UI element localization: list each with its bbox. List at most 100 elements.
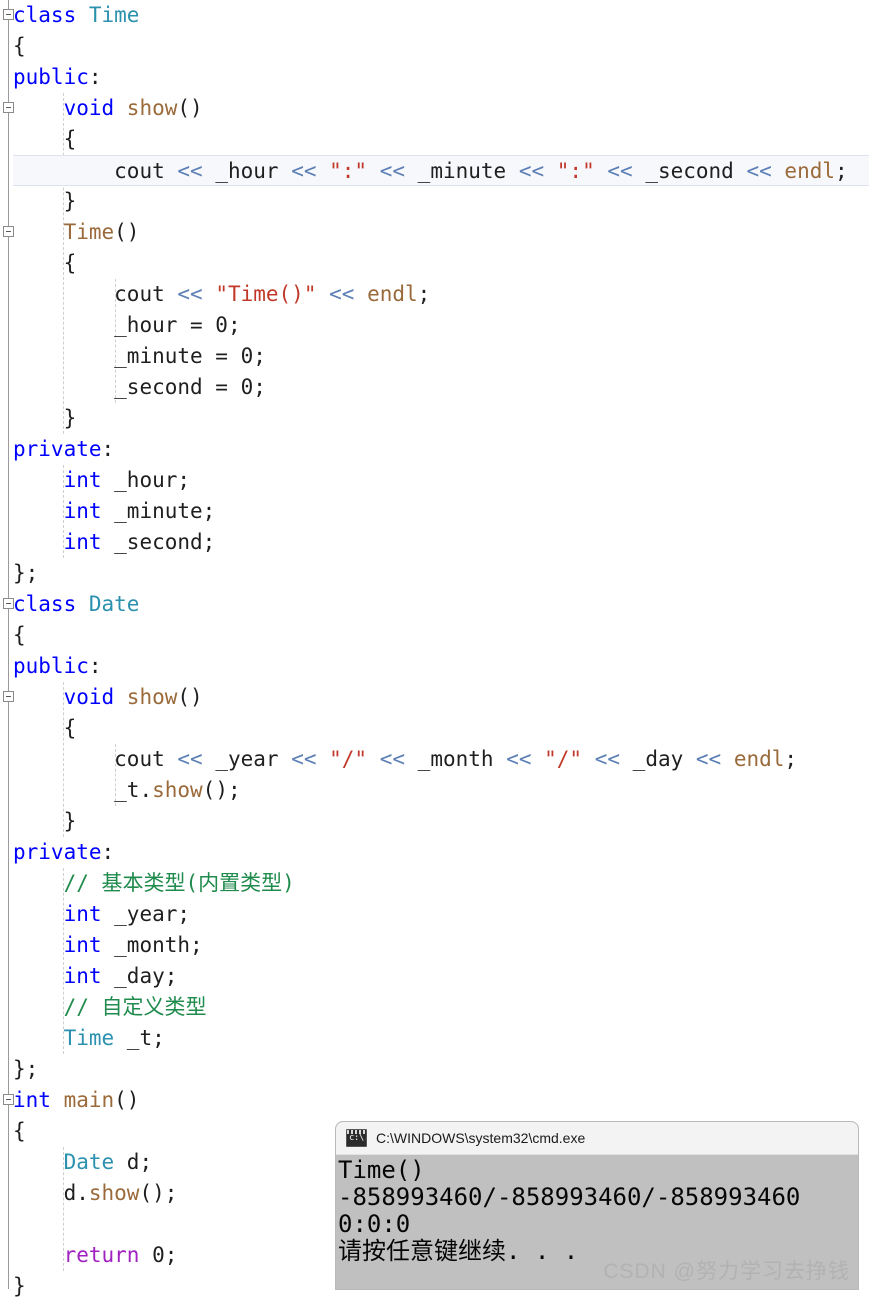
code-token: (); [139,1181,178,1205]
code-line[interactable]: int _minute; [0,496,869,527]
cmd-exe-icon [346,1129,367,1147]
code-token: private [13,840,102,864]
code-line[interactable]: cout << _year << "/" << _month << "/" <<… [0,744,869,775]
code-line[interactable]: Time() [0,217,869,248]
code-token: ":" [556,159,595,183]
code-token: endl [733,747,785,771]
code-line-text: { [0,713,869,744]
code-token: (); [202,778,241,802]
code-editor[interactable]: class Time{public: void show() { cout <<… [0,0,869,1298]
code-token: int [63,964,102,988]
code-line[interactable]: } [0,403,869,434]
code-line[interactable]: public: [0,651,869,682]
code-token: _minute = 0; [114,344,266,368]
code-line[interactable]: void show() [0,682,869,713]
code-line-text: } [0,403,869,434]
code-token: _year; [101,902,191,926]
code-line[interactable]: } [0,806,869,837]
console-output: Time() -858993460/-858993460/-858993460 0:… [336,1155,858,1265]
code-line-text: } [0,186,869,217]
code-line[interactable]: Time _t; [0,1023,869,1054]
code-line-text: { [0,248,869,279]
code-token: : [88,65,102,89]
code-line-text: private: [0,837,869,868]
code-line[interactable]: _t.show(); [0,775,869,806]
code-line[interactable]: _minute = 0; [0,341,869,372]
code-line[interactable]: class Date [0,589,869,620]
code-line[interactable]: { [0,248,869,279]
code-token: } [63,406,77,430]
code-token: "Time()" [215,282,317,306]
code-line[interactable]: cout << "Time()" << endl; [0,279,869,310]
code-line-text: cout << _hour << ":" << _minute << ":" <… [13,156,869,187]
code-token: << [177,159,203,183]
code-line[interactable]: void show() [0,93,869,124]
code-token: : [88,654,102,678]
console-window[interactable]: C:\WINDOWS\system32\cmd.exe Time()-85899… [336,1122,858,1289]
code-line[interactable]: int _day; [0,961,869,992]
code-line[interactable]: public: [0,62,869,93]
code-line[interactable]: int _hour; [0,465,869,496]
code-token: _day [620,747,696,771]
code-line[interactable]: }; [0,558,869,589]
code-line[interactable]: int main() [0,1085,869,1116]
code-line-text: int _day; [0,961,869,992]
code-token: 0; [139,1243,178,1267]
code-line[interactable]: cout << _hour << ":" << _minute << ":" <… [13,155,869,186]
code-token: main [63,1088,115,1112]
code-token: public [13,65,89,89]
code-token: show [126,685,178,709]
code-token: Date [88,592,140,616]
code-line-text: { [0,31,869,62]
code-line[interactable]: { [0,31,869,62]
code-line[interactable]: private: [0,837,869,868]
code-line[interactable]: // 基本类型(内置类型) [0,868,869,899]
code-line-text: public: [0,651,869,682]
code-line-text: Time() [0,217,869,248]
code-token: cout [114,159,178,183]
code-line[interactable]: { [0,620,869,651]
code-line[interactable]: int _month; [0,930,869,961]
code-line[interactable]: class Time [0,0,869,31]
code-token: int [63,530,102,554]
code-token: cout [114,747,178,771]
code-token: << [695,747,722,771]
code-token: Date [63,1150,115,1174]
code-token: _day; [101,964,178,988]
code-line-text: void show() [0,682,869,713]
code-line[interactable]: private: [0,434,869,465]
code-line[interactable]: int _second; [0,527,869,558]
code-token: // 基本类型(内置类型) [63,871,295,895]
code-line-text: _t.show(); [0,775,869,806]
code-line-text: int _hour; [0,465,869,496]
code-line[interactable]: int _year; [0,899,869,930]
console-output-line: 0:0:0 [338,1210,411,1238]
code-token: ; [835,159,848,183]
code-line[interactable]: } [0,186,869,217]
code-token: () [114,1088,140,1112]
code-line[interactable]: { [0,124,869,155]
code-line[interactable]: { [0,713,869,744]
code-token: { [63,251,77,275]
code-token: // 自定义类型 [63,995,207,1019]
code-line[interactable]: _hour = 0; [0,310,869,341]
console-titlebar[interactable]: C:\WINDOWS\system32\cmd.exe [336,1122,858,1155]
code-token: _second [632,159,747,183]
code-line[interactable]: _second = 0; [0,372,869,403]
code-line[interactable]: }; [0,1054,869,1085]
code-token: endl [784,159,835,183]
code-token: show [152,778,203,802]
code-token: _minute; [101,499,216,523]
code-line-text: class Date [0,589,869,620]
code-line-text: }; [0,558,869,589]
code-line-text: cout << _year << "/" << _month << "/" <<… [0,744,869,775]
code-line[interactable]: // 自定义类型 [0,992,869,1023]
code-token: _hour; [101,468,191,492]
code-token: _month [405,747,507,771]
